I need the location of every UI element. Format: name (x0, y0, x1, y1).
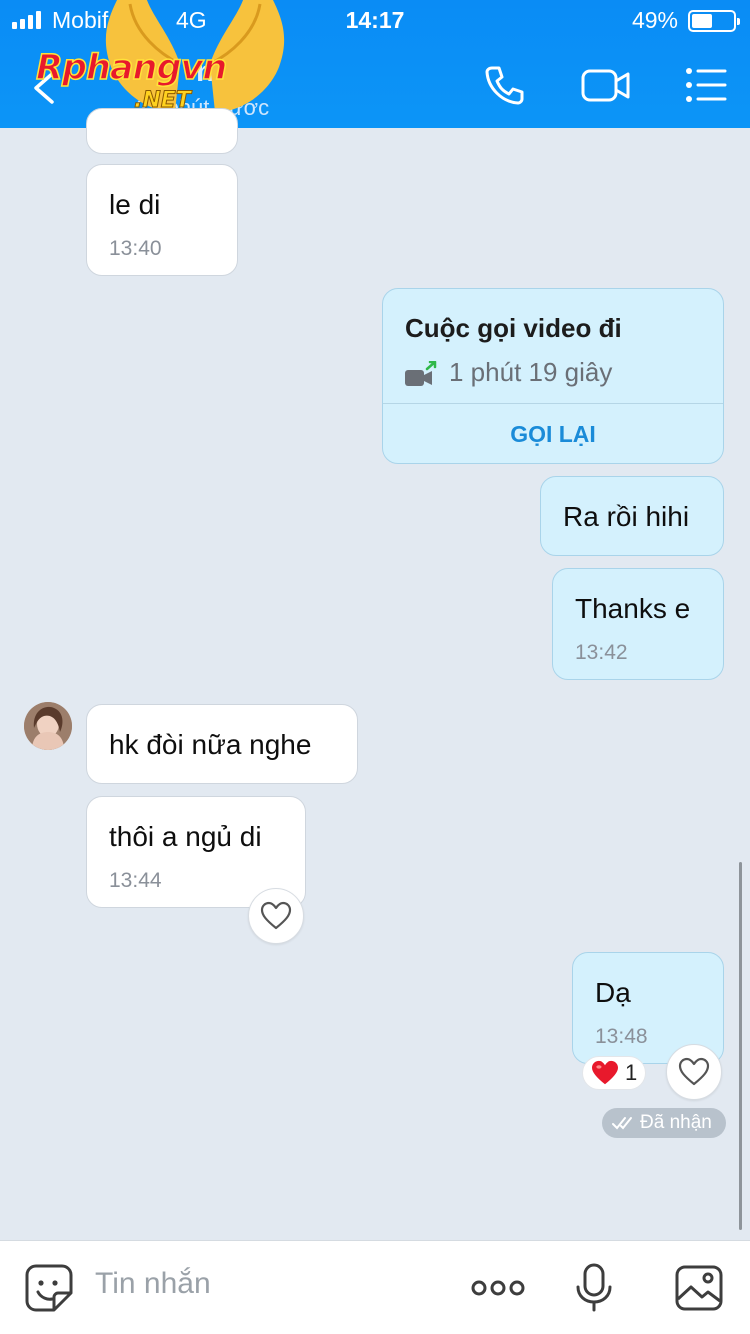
message-text: Thanks e (575, 593, 691, 624)
card-divider (383, 403, 723, 404)
message-input[interactable]: Tin nhắn (95, 1267, 211, 1301)
call-back-button[interactable]: GỌI LẠI (383, 421, 723, 448)
phone-icon[interactable] (482, 62, 528, 108)
incoming-message-bubble[interactable]: le di 13:40 (86, 164, 238, 276)
message-time: 13:42 (575, 641, 628, 664)
video-camera-icon[interactable] (580, 62, 632, 108)
call-title: Cuộc gọi video đi (405, 313, 622, 343)
reaction-count: 1 (625, 1060, 638, 1085)
scrollbar[interactable] (739, 862, 742, 1230)
message-text: Dạ (595, 977, 631, 1008)
delivery-status-text: Đã nhận (640, 1112, 712, 1133)
list-menu-icon[interactable] (684, 62, 730, 108)
battery-percentage: 49% (631, 7, 678, 33)
reaction-summary[interactable]: 1 (582, 1056, 646, 1090)
message-text: Ra rồi hihi (563, 501, 690, 532)
outgoing-message-bubble[interactable]: Thanks e 13:42 (552, 568, 724, 680)
sticker-smile-icon[interactable] (24, 1263, 74, 1313)
message-time: 13:48 (595, 1025, 648, 1048)
call-duration: 1 phút 19 giây (449, 357, 613, 387)
double-check-icon (612, 1117, 632, 1130)
image-icon[interactable] (674, 1263, 724, 1313)
video-call-card: Cuộc gọi video đi 1 phút 19 giây GỌI LẠI (382, 288, 724, 464)
message-time: 13:40 (109, 237, 162, 260)
outgoing-video-call-icon (405, 361, 437, 386)
message-input-bar: Tin nhắn (0, 1240, 750, 1334)
battery-icon (688, 10, 740, 32)
heart-outline-icon (678, 1057, 710, 1086)
message-text: hk đòi nữa nghe (109, 729, 312, 760)
message-text: le di (109, 189, 161, 220)
heart-icon (592, 1060, 618, 1085)
delivery-status-badge: Đã nhận (602, 1108, 726, 1138)
microphone-icon[interactable] (574, 1263, 614, 1313)
watermark-text: Rphangvn (35, 47, 228, 89)
message-text: thôi a ngủ di (109, 821, 262, 852)
contact-avatar[interactable] (24, 702, 72, 750)
react-button[interactable] (248, 888, 304, 944)
outgoing-message-bubble[interactable]: Ra rồi hihi (540, 476, 724, 556)
incoming-message-bubble[interactable]: hk đòi nữa nghe (86, 704, 358, 784)
incoming-message-bubble[interactable] (86, 108, 238, 154)
more-dots-icon[interactable] (470, 1263, 526, 1313)
avatar-photo (24, 702, 72, 750)
message-time: 13:44 (109, 869, 162, 892)
react-button[interactable] (666, 1044, 722, 1100)
heart-outline-icon (260, 901, 292, 930)
